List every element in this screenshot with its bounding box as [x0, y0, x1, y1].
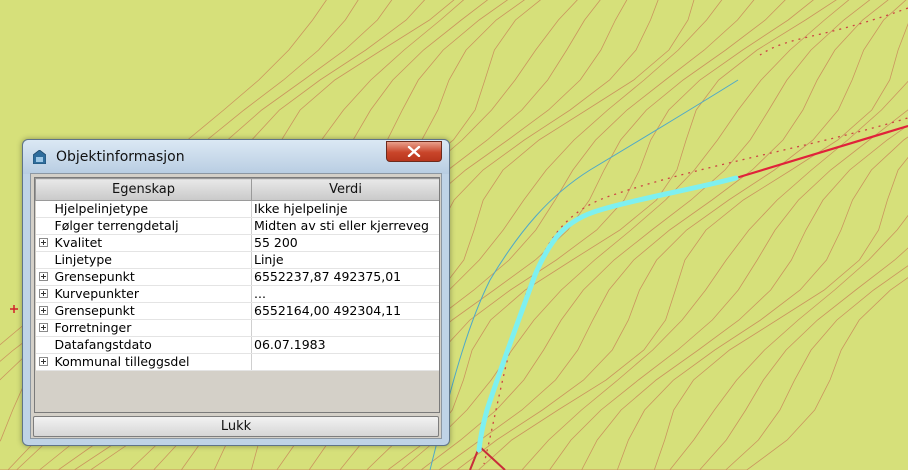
property-name: Hjelpelinjetype [54, 201, 149, 216]
expand-plus-icon[interactable] [38, 357, 48, 366]
expand-plus-icon[interactable] [38, 238, 48, 247]
property-value: Midten av sti eller kjerreveg [251, 217, 439, 235]
dialog-title: Objektinformasjon [56, 149, 185, 165]
property-value: 06.07.1983 [251, 336, 439, 354]
expand-plus-icon[interactable] [38, 272, 48, 281]
property-value: 6552164,00 492304,11 [251, 302, 439, 320]
table-row[interactable]: Kommunal tilleggsdel [35, 353, 439, 371]
house-icon [33, 150, 46, 164]
property-value: 55 200 [251, 234, 439, 252]
property-value: Linje [251, 251, 439, 269]
table-row[interactable]: Hjelpelinjetype Ikke hjelpelinje [35, 200, 439, 218]
table-row[interactable]: Grensepunkt 6552237,87 492375,01 [35, 268, 439, 286]
property-value [251, 353, 439, 371]
table-row[interactable]: Forretninger [35, 319, 439, 337]
property-name: Kurvepunkter [54, 286, 139, 301]
property-cell: Hjelpelinjetype [35, 200, 252, 218]
table-row[interactable]: Kurvepunkter... [35, 285, 439, 303]
property-name: Kommunal tilleggsdel [54, 354, 190, 369]
expand-plus-icon[interactable] [38, 306, 48, 315]
table-row[interactable]: Linjetype Linje [35, 251, 439, 269]
column-header-value[interactable]: Verdi [251, 178, 439, 201]
property-cell: Kommunal tilleggsdel [35, 353, 252, 371]
property-cell: Kvalitet [35, 234, 252, 252]
table-row[interactable]: Datafangstdato 06.07.1983 [35, 336, 439, 354]
property-name: Grensepunkt [54, 269, 135, 284]
dialog-titlebar[interactable]: Objektinformasjon [23, 140, 449, 174]
property-value [251, 319, 439, 337]
property-value: 6552237,87 492375,01 [251, 268, 439, 286]
property-name: Grensepunkt [54, 303, 135, 318]
property-cell: Datafangstdato [35, 336, 252, 354]
property-cell: Følger terrengdetalj [35, 217, 252, 235]
property-name: Datafangstdato [54, 337, 152, 352]
close-x-icon [407, 146, 421, 157]
property-cell: Forretninger [35, 319, 252, 337]
table-row[interactable]: Grensepunkt 6552164,00 492304,11 [35, 302, 439, 320]
property-name: Forretninger [54, 320, 132, 335]
property-value: Ikke hjelpelinje [251, 200, 439, 218]
property-name: Følger terrengdetalj [54, 218, 179, 233]
dialog-body: Egenskap Verdi Hjelpelinjetype Ikke hjelp… [30, 173, 442, 439]
property-cell: Grensepunkt [35, 268, 252, 286]
property-name: Linjetype [54, 252, 112, 267]
property-cell: Linjetype [35, 251, 252, 269]
expand-plus-icon[interactable] [38, 323, 48, 332]
expand-plus-icon[interactable] [38, 289, 48, 298]
table-row[interactable]: Kvalitet 55 200 [35, 234, 439, 252]
property-cell: Grensepunkt [35, 302, 252, 320]
close-button[interactable] [386, 141, 442, 162]
lukk-button[interactable]: Lukk [33, 416, 439, 437]
object-info-dialog: Objektinformasjon Egenskap Verdi Hjelpel… [22, 139, 450, 446]
table-row[interactable]: Følger terrengdetalj Midten av sti eller … [35, 217, 439, 235]
property-cell: Kurvepunkter [35, 285, 252, 303]
property-table[interactable]: Egenskap Verdi Hjelpelinjetype Ikke hjelp… [34, 177, 440, 413]
property-name: Kvalitet [54, 235, 103, 250]
property-value: ... [251, 285, 439, 303]
column-header-property[interactable]: Egenskap [35, 178, 252, 201]
table-header-row: Egenskap Verdi [35, 178, 439, 201]
